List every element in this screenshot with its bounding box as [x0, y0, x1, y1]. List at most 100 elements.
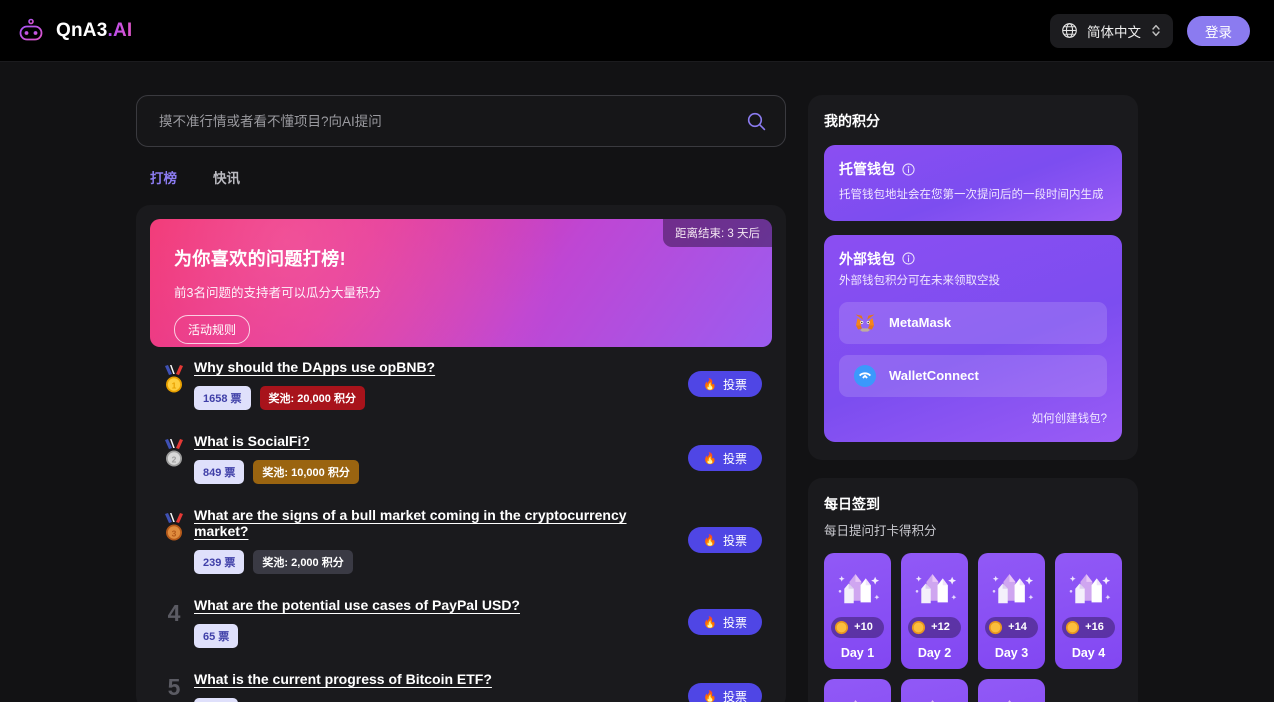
crystal-gem-icon: [986, 563, 1038, 611]
day-points-pill: +16: [1062, 617, 1115, 638]
ranking-row[interactable]: 5 What is the current progress of Bitcoin…: [150, 659, 772, 702]
search-input[interactable]: [159, 114, 746, 129]
vote-count-badge: 1658 票: [194, 386, 251, 410]
external-wallet-description: 外部钱包积分可在未来领取空投: [839, 273, 1107, 291]
vote-button[interactable]: 🔥投票: [688, 527, 762, 553]
my-points-title: 我的积分: [824, 111, 1122, 131]
search-bar[interactable]: [136, 95, 786, 147]
day-points-pill: +14: [985, 617, 1038, 638]
ranking-row[interactable]: 4 What are the potential use cases of Pay…: [150, 585, 772, 659]
banner-subtitle: 前3名问题的支持者可以瓜分大量积分: [174, 282, 748, 301]
custody-wallet-header: 托管钱包: [839, 159, 1107, 179]
day-points-value: +12: [931, 621, 950, 633]
ranking-row[interactable]: 3 What are the signs of a bull market com…: [150, 495, 772, 585]
crystal-gem-icon: [986, 689, 1038, 702]
ranking-panel: 距离结束: 3 天后 为你喜欢的问题打榜! 前3名问题的支持者可以瓜分大量积分 …: [136, 205, 786, 702]
chevron-up-down-icon: [1150, 22, 1162, 39]
rank-marker: 1: [154, 358, 194, 394]
robot-logo-icon: [16, 16, 46, 46]
top-bar-actions: 简体中文 登录: [1050, 14, 1250, 48]
medal-silver-icon: 2: [161, 438, 187, 468]
globe-icon: [1061, 22, 1078, 39]
vote-button-label: 投票: [723, 614, 747, 631]
question-title-link[interactable]: What are the signs of a bull market comi…: [194, 507, 678, 539]
ranking-row[interactable]: 1 Why should the DApps use opBNB? 1658 票奖池…: [150, 347, 772, 421]
metamask-icon: [853, 311, 877, 335]
svg-text:3: 3: [172, 529, 177, 539]
rank-number: 4: [168, 602, 181, 625]
vote-button[interactable]: 🔥投票: [688, 445, 762, 471]
ranking-list: 1Why should the DApps use opBNB?1658 票奖池…: [150, 347, 772, 702]
info-icon[interactable]: [902, 163, 915, 176]
day-label: Day 2: [918, 646, 951, 660]
vote-count-badge: 39 票: [194, 698, 238, 702]
rank-marker: 5: [154, 670, 194, 699]
day-points-pill: +10: [831, 617, 884, 638]
checkin-day-card[interactable]: +20Day 6: [901, 679, 968, 702]
vote-button[interactable]: 🔥投票: [688, 683, 762, 702]
question-badges: 1658 票奖池: 20,000 积分: [194, 386, 678, 410]
svg-text:1: 1: [172, 381, 177, 391]
question-body: What is SocialFi? 849 票奖池: 10,000 积分: [194, 432, 678, 484]
crystal-gem-icon: [832, 689, 884, 702]
question-title-link[interactable]: Why should the DApps use opBNB?: [194, 359, 435, 375]
question-badges: 65 票: [194, 624, 678, 648]
svg-text:2: 2: [172, 455, 177, 465]
coin-icon: [834, 620, 849, 635]
brand-logo-group[interactable]: QnA3.AI: [16, 16, 132, 46]
fire-icon: 🔥: [703, 690, 717, 702]
activity-rules-button[interactable]: 活动规则: [174, 315, 250, 344]
checkin-day-card[interactable]: +18Day 5: [824, 679, 891, 702]
brand-title: QnA3.AI: [56, 20, 132, 42]
day-label: Day 1: [841, 646, 874, 660]
search-icon[interactable]: [746, 111, 767, 132]
vote-button-label: 投票: [723, 376, 747, 393]
sidebar-column: 我的积分 托管钱包 托管钱包地址会在您第一次提问后的一段时间内生成 外部钱包: [808, 95, 1138, 702]
info-icon[interactable]: [902, 252, 915, 265]
my-points-panel: 我的积分 托管钱包 托管钱包地址会在您第一次提问后的一段时间内生成 外部钱包: [808, 95, 1138, 460]
checkin-day-card[interactable]: +16 Day 4: [1055, 553, 1122, 669]
wallet-option-metamask[interactable]: MetaMask: [839, 302, 1107, 344]
external-wallet-header: 外部钱包: [839, 249, 1107, 269]
brand-suffix: .AI: [107, 20, 132, 41]
top-navigation-bar: QnA3.AI 简体中文 登录: [0, 0, 1274, 62]
question-body: What are the potential use cases of PayP…: [194, 596, 678, 648]
checkin-day-card[interactable]: +10 Day 1: [824, 553, 891, 669]
rank-number: 5: [168, 676, 181, 699]
prize-pool-badge: 奖池: 10,000 积分: [253, 460, 358, 484]
tab-ranking[interactable]: 打榜: [150, 167, 177, 187]
language-selector[interactable]: 简体中文: [1050, 14, 1173, 48]
checkin-day-card[interactable]: +14Day 3: [978, 553, 1045, 669]
day-points-value: +10: [854, 621, 873, 633]
vote-button[interactable]: 🔥 投票: [688, 609, 762, 635]
checkin-day-card[interactable]: +22Day 7: [978, 679, 1045, 702]
vote-button[interactable]: 🔥投票: [688, 371, 762, 397]
day-label: Day 4: [1072, 646, 1105, 660]
fire-icon: 🔥: [703, 616, 717, 629]
banner-title: 为你喜欢的问题打榜!: [174, 245, 748, 271]
login-button[interactable]: 登录: [1187, 16, 1250, 46]
day-points-value: +16: [1085, 621, 1104, 633]
question-body: What are the signs of a bull market comi…: [194, 506, 678, 574]
countdown-badge: 距离结束: 3 天后: [663, 219, 772, 247]
question-title-link[interactable]: What is the current progress of Bitcoin …: [194, 671, 492, 687]
custody-wallet-name: 托管钱包: [839, 159, 895, 179]
ranking-row[interactable]: 2 What is SocialFi? 849 票奖池: 10,000 积分 🔥投票: [150, 421, 772, 495]
create-wallet-help-link[interactable]: 如何创建钱包?: [839, 410, 1107, 426]
wallet-option-walletconnect[interactable]: WalletConnect: [839, 355, 1107, 397]
language-label: 简体中文: [1087, 21, 1141, 41]
external-wallet-name: 外部钱包: [839, 249, 895, 269]
external-wallet-card: 外部钱包 外部钱包积分可在未来领取空投: [824, 235, 1122, 442]
tab-news[interactable]: 快讯: [213, 167, 240, 187]
checkin-day-card[interactable]: +12 Day 2: [901, 553, 968, 669]
crystal-gem-icon: [909, 563, 961, 611]
custody-wallet-card: 托管钱包 托管钱包地址会在您第一次提问后的一段时间内生成: [824, 145, 1122, 221]
question-badges: 849 票奖池: 10,000 积分: [194, 460, 678, 484]
question-title-link[interactable]: What are the potential use cases of PayP…: [194, 597, 520, 613]
vote-count-badge: 239 票: [194, 550, 244, 574]
coin-icon: [1065, 620, 1080, 635]
page-content: 打榜 快讯 距离结束: 3 天后 为你喜欢的问题打榜! 前3名问题的支持者可以瓜…: [0, 62, 1274, 702]
vote-button-label: 投票: [723, 450, 747, 467]
question-title-link[interactable]: What is SocialFi?: [194, 433, 310, 449]
question-badges: 239 票奖池: 2,000 积分: [194, 550, 678, 574]
